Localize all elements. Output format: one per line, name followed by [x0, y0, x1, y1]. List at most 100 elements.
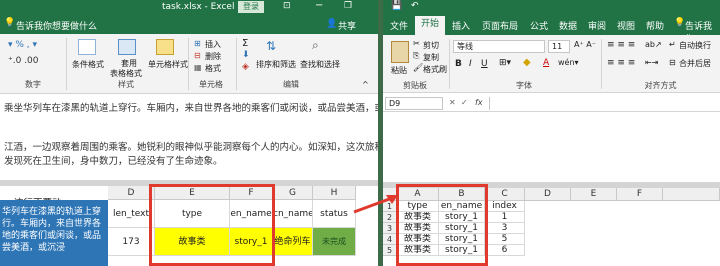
- cell-style-icon[interactable]: [156, 39, 174, 55]
- ribbon-tab-bar: 💡 告诉我你想要做什么 👤 共享: [0, 14, 378, 34]
- insert-button[interactable]: 插入: [205, 39, 221, 50]
- format-painter-button[interactable]: 格式刷: [423, 64, 447, 75]
- formula-text-area[interactable]: 乘坐华列车在漆黑的轨道上穿行。车厢内，来自世界各地的乘客们或闲谈，或品尝美酒，或…: [0, 94, 378, 180]
- cell-len-text[interactable]: 173: [108, 228, 155, 256]
- tab-page-layout[interactable]: 页面布局: [478, 19, 522, 32]
- indent-icon[interactable]: ⇤⇥: [645, 58, 658, 67]
- sort-filter-button[interactable]: 排序和筛选: [256, 59, 296, 70]
- column-header-c[interactable]: C: [485, 188, 525, 201]
- decimal-icon[interactable]: ⁺.0 .00: [8, 56, 39, 66]
- align-top-icon[interactable]: ≡ ≡ ≡: [607, 40, 635, 50]
- share-icon[interactable]: 👤: [326, 19, 337, 29]
- enter-icon[interactable]: ✓: [461, 98, 468, 107]
- cell-index[interactable]: 6: [485, 245, 525, 256]
- tab-home[interactable]: 开始: [415, 16, 445, 35]
- share-button[interactable]: 共享: [338, 19, 356, 32]
- table-format-button-line2[interactable]: 表格格式: [110, 68, 142, 79]
- cell-cn-name[interactable]: 绝命列车: [273, 228, 313, 256]
- delete-button[interactable]: 删除: [205, 51, 221, 62]
- column-header-e[interactable]: E: [571, 188, 617, 201]
- text-line: 发现死在卫生间，身中数刀，已经没有了生命迹象。: [4, 156, 223, 167]
- number-group-label: 数字: [25, 80, 41, 89]
- format-painter-icon[interactable]: 🖌: [413, 63, 423, 72]
- column-header-h[interactable]: H: [313, 186, 356, 200]
- fx-button[interactable]: fx: [475, 98, 483, 107]
- header-cn-name[interactable]: cn_name: [273, 200, 313, 228]
- name-box[interactable]: D9: [385, 97, 443, 110]
- undo-icon[interactable]: ↶: [411, 1, 419, 11]
- tab-data[interactable]: 数据: [555, 19, 581, 32]
- wrap-text-button[interactable]: 自动换行: [679, 40, 711, 51]
- grow-font-icon[interactable]: A⁺ A⁻: [574, 40, 596, 49]
- tab-view[interactable]: 视图: [613, 19, 639, 32]
- tab-file[interactable]: 文件: [386, 19, 412, 32]
- font-name-select[interactable]: 等线: [453, 40, 545, 53]
- tab-insert[interactable]: 插入: [449, 19, 473, 32]
- insert-icon[interactable]: ⊞: [194, 39, 201, 48]
- collapse-ribbon-icon[interactable]: ^: [362, 80, 369, 89]
- fill-color-icon[interactable]: ◆: [523, 57, 531, 68]
- underline-button[interactable]: U: [481, 59, 488, 69]
- font-size-select[interactable]: 11: [548, 40, 570, 53]
- copy-button[interactable]: 复制: [423, 52, 439, 63]
- paste-icon[interactable]: [391, 41, 409, 63]
- row-header[interactable]: 4: [383, 234, 397, 245]
- column-header-g[interactable]: G: [273, 186, 313, 200]
- cell-text-preview[interactable]: 华列车在漆黑的轨道上穿行。车厢内，来自世界各地的乘客们或闲谈，或品尝美酒，或沉浸: [0, 200, 108, 266]
- find-icon[interactable]: ⌕: [312, 38, 319, 53]
- lightbulb-icon: 💡: [4, 18, 16, 28]
- merge-center-button[interactable]: 合并后居: [679, 58, 711, 69]
- cell-style-button[interactable]: 单元格样式: [148, 59, 188, 70]
- conditional-format-button[interactable]: 条件格式: [72, 59, 104, 70]
- cell-index[interactable]: 3: [485, 223, 525, 234]
- ribbon-display-icon[interactable]: ⊡: [283, 1, 291, 11]
- tab-formulas[interactable]: 公式: [526, 19, 552, 32]
- header-index[interactable]: index: [485, 201, 525, 212]
- delete-icon[interactable]: ⊟: [194, 51, 201, 60]
- font-color-icon[interactable]: A: [543, 58, 549, 68]
- paste-button[interactable]: 粘贴: [391, 65, 407, 76]
- copy-icon[interactable]: ⎘: [413, 51, 419, 61]
- bold-button[interactable]: B: [455, 59, 462, 69]
- tell-me-box[interactable]: 告诉我你想要做什么: [16, 19, 97, 32]
- cut-icon[interactable]: ✂: [413, 39, 420, 48]
- currency-icon[interactable]: ▾ % , ▾: [8, 40, 37, 50]
- column-header-g[interactable]: [663, 188, 720, 201]
- row-header[interactable]: 3: [383, 223, 397, 234]
- find-select-button[interactable]: 查找和选择: [300, 59, 340, 70]
- minimize-icon[interactable]: −: [315, 0, 323, 11]
- fill-icon[interactable]: ⬇: [242, 50, 250, 60]
- column-header-d[interactable]: D: [525, 188, 571, 201]
- column-header-f[interactable]: F: [617, 188, 663, 201]
- cancel-icon[interactable]: ✕: [449, 98, 456, 107]
- clear-icon[interactable]: ◈: [242, 62, 249, 72]
- border-icon[interactable]: ⊞▾: [499, 58, 511, 68]
- merge-icon[interactable]: ⊟: [669, 58, 676, 67]
- formula-input[interactable]: [489, 97, 719, 110]
- wrap-icon[interactable]: ↵: [669, 40, 676, 49]
- save-icon[interactable]: 💾: [391, 1, 402, 11]
- login-button[interactable]: 登录: [238, 1, 264, 13]
- format-button[interactable]: 格式: [205, 63, 221, 74]
- row-header[interactable]: 5: [383, 245, 397, 256]
- cell-index[interactable]: 5: [485, 234, 525, 245]
- format-icon[interactable]: ▦: [194, 63, 202, 72]
- phonetic-icon[interactable]: wén▾: [558, 58, 579, 67]
- column-header-d[interactable]: D: [108, 186, 155, 200]
- table-format-icon[interactable]: [118, 39, 136, 55]
- italic-button[interactable]: I: [469, 59, 472, 69]
- tab-help[interactable]: 帮助: [642, 19, 668, 32]
- conditional-format-icon[interactable]: [78, 39, 96, 55]
- cut-button[interactable]: 剪切: [423, 40, 439, 51]
- window-title: task.xlsx - Excel: [162, 2, 235, 12]
- restore-icon[interactable]: ❐: [344, 1, 352, 11]
- sum-icon[interactable]: Σ: [242, 38, 248, 49]
- sort-filter-icon[interactable]: ⇅: [266, 39, 276, 53]
- cell-status[interactable]: 未完成: [313, 228, 356, 256]
- cell-index[interactable]: 1: [485, 212, 525, 223]
- tab-review[interactable]: 审阅: [584, 19, 610, 32]
- orientation-icon[interactable]: ab↗: [645, 40, 662, 49]
- header-len-text[interactable]: len_text: [108, 200, 155, 228]
- header-status[interactable]: status: [313, 200, 356, 228]
- align-left-icon[interactable]: ≡ ≡ ≡: [607, 58, 635, 68]
